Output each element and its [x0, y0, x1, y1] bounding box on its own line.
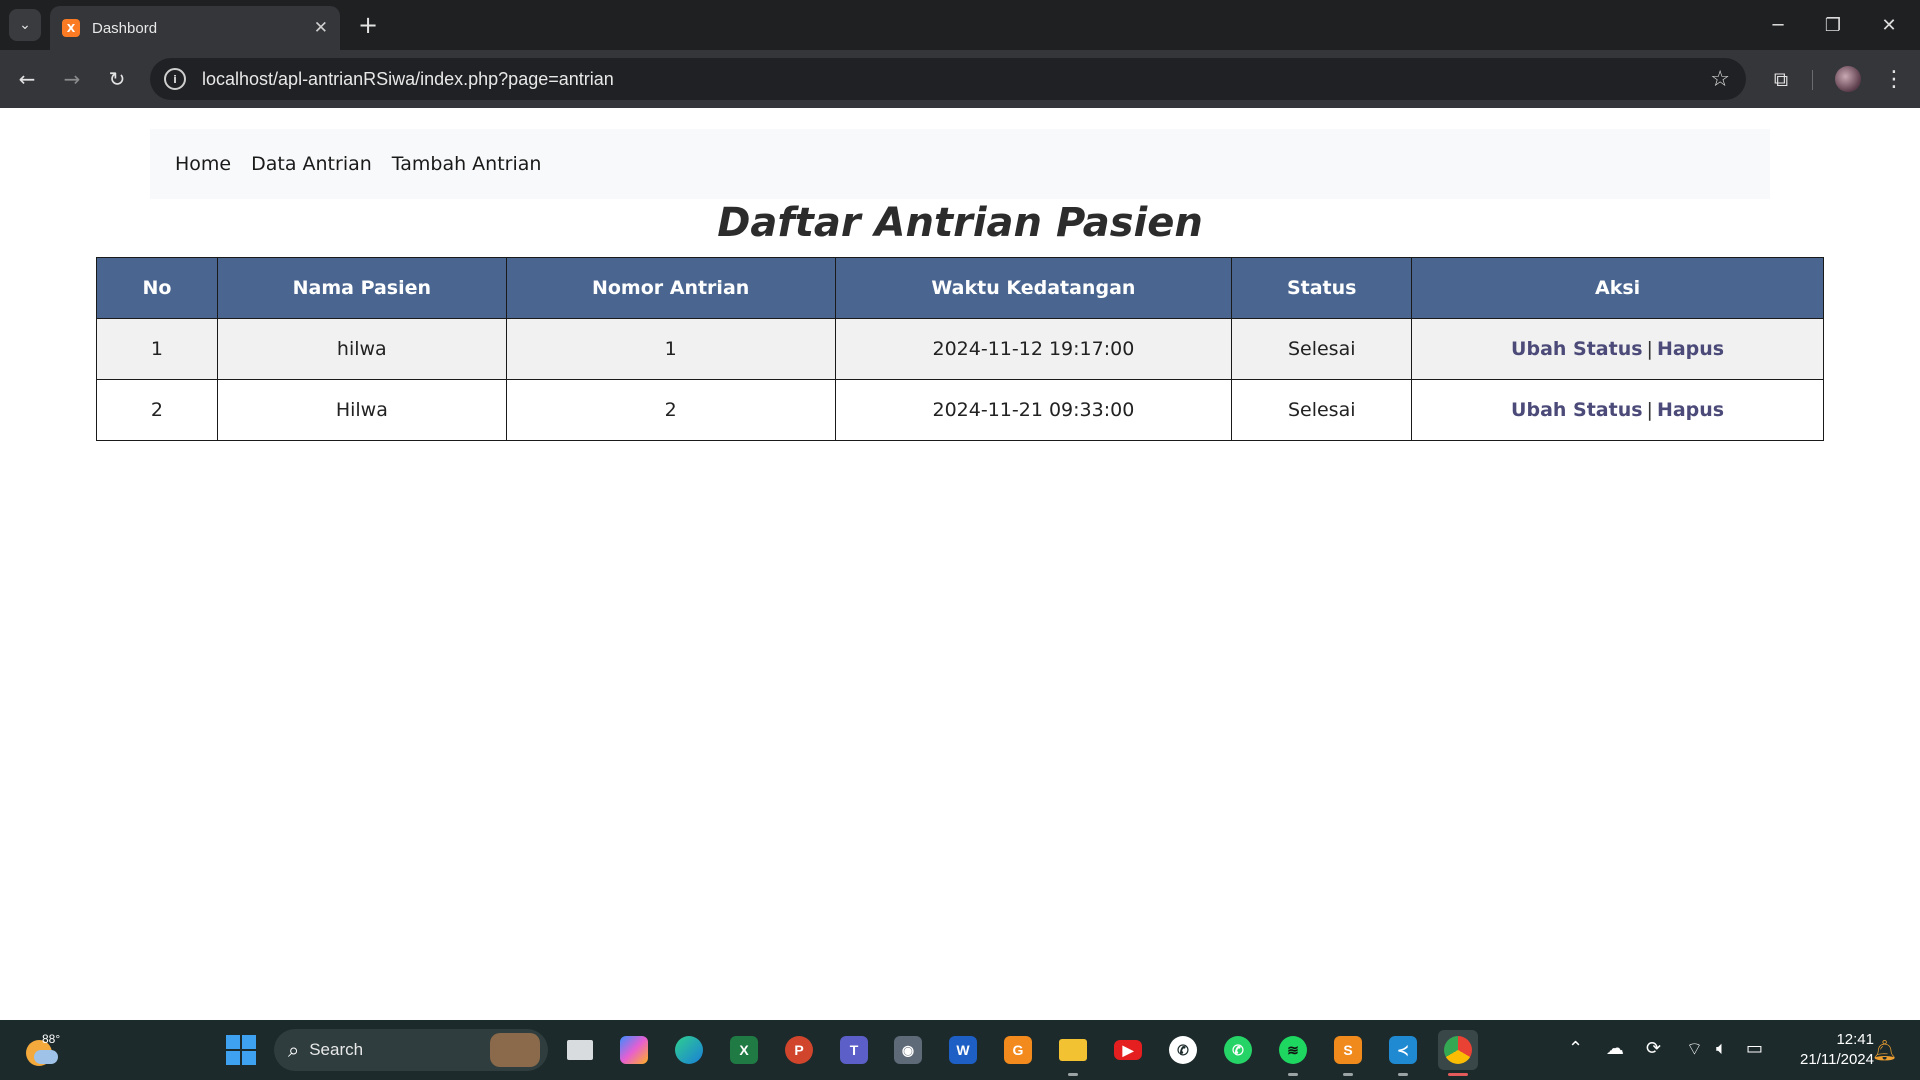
column-header-nomor-antrian: Nomor Antrian — [505, 257, 836, 319]
cell-waktu-kedatangan: 2024-11-21 09:33:00 — [834, 379, 1233, 441]
browser-tab-bar: ⌄ X Dashbord ✕ + ─ ❐ ✕ — [0, 0, 1920, 50]
cell-no: 1 — [96, 318, 218, 380]
search-icon: ⌕ — [288, 1038, 300, 1062]
weather-temp: 88° — [42, 1032, 61, 1046]
hapus-link[interactable]: Hapus — [1657, 338, 1724, 360]
table-row: 2 Hilwa 2 2024-11-21 09:33:00 Selesai Ub… — [96, 379, 1824, 441]
browser-menu-icon[interactable]: ⋮ — [1878, 63, 1910, 95]
cell-status: Selesai — [1231, 318, 1413, 380]
whatsapp-business-icon[interactable]: ✆ — [1218, 1030, 1258, 1070]
back-button[interactable]: ← — [11, 63, 43, 95]
chrome-icon[interactable] — [1438, 1030, 1478, 1076]
tab-search-button[interactable]: ⌄ — [9, 9, 41, 41]
column-header-aksi: Aksi — [1411, 257, 1824, 319]
forward-button[interactable]: → — [56, 63, 88, 95]
profile-avatar[interactable] — [1835, 66, 1861, 92]
cell-no: 2 — [96, 379, 218, 441]
column-header-nama-pasien: Nama Pasien — [216, 257, 507, 319]
restore-button[interactable]: ❐ — [1813, 10, 1853, 40]
browser-tab[interactable]: X Dashbord ✕ — [50, 6, 340, 50]
column-header-status: Status — [1231, 257, 1413, 319]
minimize-button[interactable]: ─ — [1758, 10, 1798, 40]
xampp-favicon-icon: X — [62, 19, 80, 37]
file-explorer-icon[interactable] — [1053, 1030, 1093, 1076]
word-icon[interactable]: W — [943, 1030, 983, 1070]
cell-nama-pasien: hilwa — [216, 318, 507, 380]
address-bar[interactable]: i localhost/apl-antrianRSiwa/index.php?p… — [150, 58, 1746, 100]
close-tab-icon[interactable]: ✕ — [314, 18, 328, 38]
hapus-link[interactable]: Hapus — [1657, 399, 1724, 421]
clock-date: 21/11/2024 — [1800, 1051, 1874, 1068]
pdf-app-icon[interactable]: G — [998, 1030, 1038, 1070]
table-header-row: No Nama Pasien Nomor Antrian Waktu Kedat… — [96, 257, 1824, 319]
column-header-waktu-kedatangan: Waktu Kedatangan — [834, 257, 1233, 319]
edge-icon[interactable] — [669, 1030, 709, 1070]
vscode-icon[interactable]: ≺ — [1383, 1030, 1423, 1076]
start-button[interactable] — [226, 1035, 256, 1065]
weather-widget[interactable]: 88° — [22, 1032, 62, 1068]
site-info-icon[interactable]: i — [164, 68, 186, 90]
ubah-status-link[interactable]: Ubah Status — [1511, 399, 1643, 421]
wifi-icon[interactable]: ⌔ — [1686, 1038, 1703, 1061]
teams-icon[interactable]: T — [834, 1030, 874, 1070]
cell-nama-pasien: Hilwa — [216, 379, 507, 441]
top-navbar: Home Data Antrian Tambah Antrian — [150, 129, 1770, 199]
system-clock[interactable]: 12:41 21/11/2024 — [1784, 1030, 1874, 1070]
tab-title: Dashbord — [92, 19, 158, 37]
extensions-icon[interactable]: ⧉ — [1765, 63, 1797, 95]
volume-icon[interactable]: 🔈︎ — [1716, 1038, 1727, 1059]
youtube-icon[interactable]: ▶ — [1108, 1030, 1148, 1070]
cell-aksi: Ubah Status | Hapus — [1411, 318, 1824, 380]
nav-link-tambah-antrian[interactable]: Tambah Antrian — [392, 153, 542, 175]
taskbar-search[interactable]: ⌕ Search — [274, 1029, 548, 1071]
clock-time: 12:41 — [1836, 1031, 1874, 1048]
copilot-icon[interactable] — [614, 1030, 654, 1070]
spotify-icon[interactable]: ≋ — [1273, 1030, 1313, 1076]
action-separator: | — [1646, 399, 1653, 421]
reload-button[interactable]: ↻ — [101, 63, 133, 95]
bookmark-star-icon[interactable]: ☆ — [1710, 67, 1730, 92]
show-hidden-icons-chevron-icon[interactable]: ⌃ — [1568, 1038, 1583, 1059]
nav-link-home[interactable]: Home — [175, 153, 231, 175]
search-label: Search — [309, 1040, 364, 1059]
close-window-button[interactable]: ✕ — [1869, 10, 1909, 40]
whatsapp-icon[interactable]: ✆ — [1163, 1030, 1203, 1070]
weather-cloud-icon — [34, 1050, 58, 1064]
cell-status: Selesai — [1231, 379, 1413, 441]
toolbar-divider — [1812, 70, 1813, 90]
excel-icon[interactable]: X — [724, 1030, 764, 1070]
action-separator: | — [1646, 338, 1653, 360]
queue-table: No Nama Pasien Nomor Antrian Waktu Kedat… — [96, 257, 1824, 441]
camera-icon[interactable]: ◉ — [888, 1030, 928, 1070]
page-content: Home Data Antrian Tambah Antrian Daftar … — [0, 108, 1920, 1020]
column-header-no: No — [96, 257, 218, 319]
powerpoint-icon[interactable]: P — [779, 1030, 819, 1070]
battery-icon[interactable]: ▭ — [1746, 1038, 1763, 1059]
ubah-status-link[interactable]: Ubah Status — [1511, 338, 1643, 360]
windows-taskbar: 88° ⌕ Search X P T ◉ W G ▶ ✆ ✆ ≋ S ≺ ⌃ ☁… — [0, 1020, 1920, 1080]
notification-bell-icon[interactable]: 🔔︎ — [1872, 1038, 1897, 1062]
new-tab-button[interactable]: + — [354, 11, 382, 39]
browser-toolbar: ← → ↻ i localhost/apl-antrianRSiwa/index… — [0, 50, 1920, 108]
nav-link-data-antrian[interactable]: Data Antrian — [251, 153, 372, 175]
page-title: Daftar Antrian Pasien — [717, 200, 1203, 246]
task-view-icon[interactable] — [560, 1030, 600, 1070]
cell-nomor-antrian: 1 — [505, 318, 836, 380]
cell-nomor-antrian: 2 — [505, 379, 836, 441]
cell-aksi: Ubah Status | Hapus — [1411, 379, 1824, 441]
sublime-text-icon[interactable]: S — [1328, 1030, 1368, 1076]
cell-waktu-kedatangan: 2024-11-12 19:17:00 — [834, 318, 1233, 380]
search-highlight-image — [490, 1033, 540, 1067]
url-text[interactable]: localhost/apl-antrianRSiwa/index.php?pag… — [202, 69, 1710, 90]
table-row: 1 hilwa 1 2024-11-12 19:17:00 Selesai Ub… — [96, 318, 1824, 380]
sync-icon[interactable]: ⟳ — [1646, 1038, 1661, 1059]
onedrive-cloud-icon[interactable]: ☁ — [1606, 1038, 1624, 1059]
